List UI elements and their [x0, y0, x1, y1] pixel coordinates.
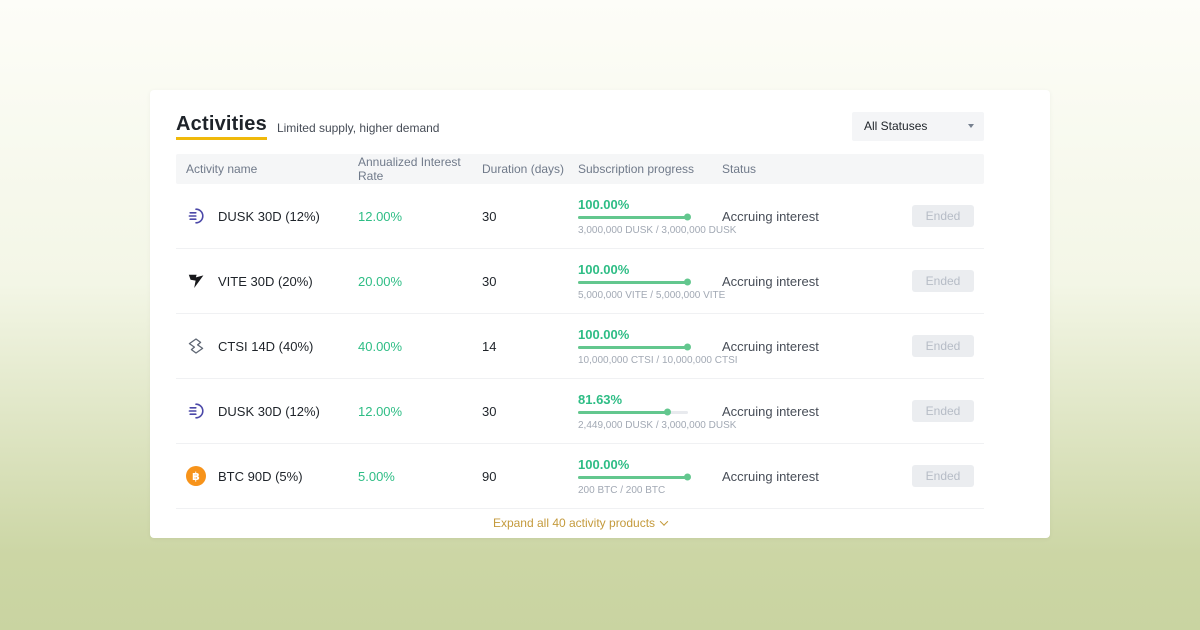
interest-rate: 12.00% [358, 404, 482, 419]
column-header-interest-rate: Annualized Interest Rate [358, 155, 482, 183]
expand-all-label: Expand all 40 activity products [493, 516, 655, 530]
interest-rate: 5.00% [358, 469, 482, 484]
ended-button[interactable]: Ended [912, 465, 974, 487]
status-text: Accruing interest [722, 274, 912, 289]
subscription-progress: 81.63% 2,449,000 DUSK / 3,000,000 DUSK [578, 392, 722, 431]
progress-dot [684, 474, 691, 481]
page-title: Activities [176, 113, 267, 140]
card-header: Activities Limited supply, higher demand… [176, 90, 984, 154]
status-text: Accruing interest [722, 404, 912, 419]
duration-days: 30 [482, 274, 578, 289]
progress-dot [684, 279, 691, 286]
interest-rate: 12.00% [358, 209, 482, 224]
duration-days: 14 [482, 339, 578, 354]
duration-days: 30 [482, 404, 578, 419]
progress-dot [664, 409, 671, 416]
duration-days: 90 [482, 469, 578, 484]
subscription-progress: 100.00% 200 BTC / 200 BTC [578, 457, 722, 496]
progress-percent: 100.00% [578, 457, 722, 472]
ctsi-icon [186, 336, 206, 356]
progress-bar [578, 281, 688, 284]
table-footer: Expand all 40 activity products [176, 509, 984, 537]
column-header-subscription-progress: Subscription progress [578, 162, 722, 176]
progress-bar [578, 411, 688, 414]
table-row: ฿ BTC 90D (5%) 5.00% 90 100.00% 200 BTC … [176, 444, 984, 509]
table-header-row: Activity name Annualized Interest Rate D… [176, 154, 984, 184]
progress-detail: 200 BTC / 200 BTC [578, 485, 722, 496]
expand-all-link[interactable]: Expand all 40 activity products [493, 516, 667, 530]
progress-percent: 100.00% [578, 327, 722, 342]
chevron-down-icon [660, 517, 668, 525]
activity-name: CTSI 14D (40%) [218, 339, 313, 354]
duration-days: 30 [482, 209, 578, 224]
vite-icon [186, 271, 206, 291]
interest-rate: 20.00% [358, 274, 482, 289]
progress-dot [684, 214, 691, 221]
status-text: Accruing interest [722, 339, 912, 354]
ended-button[interactable]: Ended [912, 205, 974, 227]
subscription-progress: 100.00% 3,000,000 DUSK / 3,000,000 DUSK [578, 197, 722, 236]
progress-percent: 100.00% [578, 197, 722, 212]
progress-detail: 10,000,000 CTSI / 10,000,000 CTSI [578, 355, 722, 366]
progress-bar [578, 216, 688, 219]
dusk-icon [186, 206, 206, 226]
table-row: VITE 30D (20%) 20.00% 30 100.00% 5,000,0… [176, 249, 984, 314]
progress-percent: 100.00% [578, 262, 722, 277]
table-row: DUSK 30D (12%) 12.00% 30 81.63% 2,449,00… [176, 379, 984, 444]
ended-button[interactable]: Ended [912, 400, 974, 422]
dusk-icon [186, 401, 206, 421]
column-header-duration: Duration (days) [482, 162, 578, 176]
status-filter-dropdown[interactable]: All Statuses [852, 112, 984, 141]
table-row: DUSK 30D (12%) 12.00% 30 100.00% 3,000,0… [176, 184, 984, 249]
btc-icon: ฿ [186, 466, 206, 486]
status-filter-value: All Statuses [864, 119, 927, 133]
activity-name: DUSK 30D (12%) [218, 209, 320, 224]
ended-button[interactable]: Ended [912, 335, 974, 357]
ended-button[interactable]: Ended [912, 270, 974, 292]
progress-detail: 3,000,000 DUSK / 3,000,000 DUSK [578, 225, 722, 236]
subscription-progress: 100.00% 10,000,000 CTSI / 10,000,000 CTS… [578, 327, 722, 366]
status-text: Accruing interest [722, 209, 912, 224]
progress-dot [684, 344, 691, 351]
progress-detail: 5,000,000 VITE / 5,000,000 VITE [578, 290, 722, 301]
progress-detail: 2,449,000 DUSK / 3,000,000 DUSK [578, 420, 722, 431]
activity-name: VITE 30D (20%) [218, 274, 313, 289]
progress-percent: 81.63% [578, 392, 722, 407]
subscription-progress: 100.00% 5,000,000 VITE / 5,000,000 VITE [578, 262, 722, 301]
progress-bar [578, 476, 688, 479]
status-text: Accruing interest [722, 469, 912, 484]
table-body: DUSK 30D (12%) 12.00% 30 100.00% 3,000,0… [176, 184, 984, 509]
progress-bar [578, 346, 688, 349]
page-subtitle: Limited supply, higher demand [277, 121, 440, 140]
activity-name: DUSK 30D (12%) [218, 404, 320, 419]
activity-name: BTC 90D (5%) [218, 469, 303, 484]
table-row: CTSI 14D (40%) 40.00% 14 100.00% 10,000,… [176, 314, 984, 379]
column-header-status: Status [722, 162, 984, 176]
chevron-down-icon [968, 124, 974, 128]
activities-card: Activities Limited supply, higher demand… [150, 90, 1050, 538]
interest-rate: 40.00% [358, 339, 482, 354]
column-header-activity-name: Activity name [176, 162, 358, 176]
